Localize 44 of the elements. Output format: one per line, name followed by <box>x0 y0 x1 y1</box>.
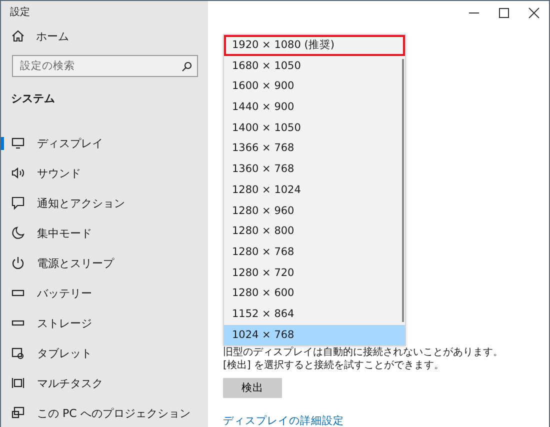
home-icon <box>11 29 25 43</box>
dropdown-option[interactable]: 1024 × 768 <box>224 324 405 346</box>
close-icon <box>528 6 540 19</box>
dropdown-option[interactable]: 1600 × 900 <box>224 76 405 98</box>
dropdown-option[interactable]: 1280 × 720 <box>224 262 405 284</box>
detect-button[interactable]: 検出 <box>223 378 282 398</box>
dropdown-option[interactable]: 1400 × 1050 <box>224 118 405 138</box>
projection-icon <box>11 406 25 420</box>
dropdown-option[interactable]: 1440 × 900 <box>224 97 405 118</box>
window-title: 設定 <box>9 6 31 20</box>
sidebar-item[interactable]: ストレージ <box>1 308 208 338</box>
sidebar-item[interactable]: 電源とスリープ <box>1 248 208 278</box>
dropdown-option[interactable]: 1366 × 768 <box>224 138 405 160</box>
dropdown-option[interactable]: 1280 × 960 <box>224 200 405 222</box>
dropdown-option[interactable]: 1680 × 1050 <box>224 56 405 76</box>
dropdown-option[interactable]: 1360 × 768 <box>224 159 405 180</box>
dropdown-option[interactable]: 1152 × 864 <box>224 304 405 325</box>
sidebar-item[interactable]: バッテリー <box>1 278 208 308</box>
maximize-icon <box>498 6 510 19</box>
speech-bubble-icon <box>11 196 25 210</box>
monitor-icon <box>11 136 25 150</box>
advanced-display-settings-link[interactable]: ディスプレイの詳細設定 <box>223 414 344 427</box>
sidebar-item[interactable]: この PC へのプロジェクション <box>1 398 208 427</box>
tablet-icon <box>11 346 25 360</box>
multitask-icon <box>11 376 25 390</box>
moon-icon <box>11 226 25 240</box>
dropdown-option[interactable]: 1280 × 800 <box>224 221 405 242</box>
sidebar-item[interactable]: マルチタスク <box>1 368 208 398</box>
search-icon <box>181 61 192 72</box>
scrollbar[interactable] <box>402 59 404 322</box>
speaker-icon <box>11 166 25 180</box>
dropdown-option[interactable]: 1920 × 1080 (推奨) <box>224 35 405 56</box>
sidebar-item[interactable]: サウンド <box>1 158 208 188</box>
power-icon <box>11 256 25 270</box>
dropdown-option[interactable]: 1280 × 1024 <box>224 180 405 200</box>
sidebar-item[interactable]: タブレット <box>1 338 208 368</box>
sidebar-item[interactable]: 通知とアクション <box>1 188 208 218</box>
section-heading: システム <box>10 91 56 106</box>
search-field[interactable]: 設定の検索 <box>12 55 198 77</box>
dropdown-option[interactable]: 1280 × 600 <box>224 283 405 304</box>
description-text: 旧型のディスプレイは自動的に接続されないことがあります。[検出] を選択すると接続を試すことができます。 <box>223 346 504 372</box>
dropdown-option[interactable]: 1280 × 768 <box>224 242 405 263</box>
sidebar-item[interactable]: 集中モード <box>1 218 208 248</box>
home-link[interactable]: ホーム <box>1 21 208 43</box>
